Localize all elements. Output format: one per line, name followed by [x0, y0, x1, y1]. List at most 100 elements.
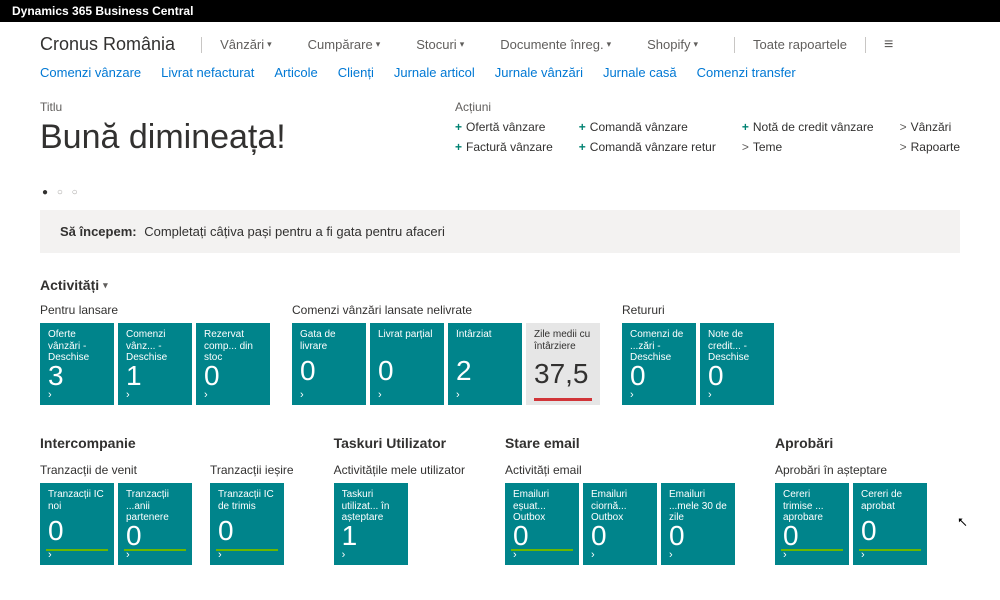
- kpi-tile[interactable]: Zile medii cu întârziere 37,5: [526, 323, 600, 405]
- chevron-right-icon: ›: [218, 550, 276, 561]
- group-title: Tranzacții de venit: [40, 463, 192, 477]
- nav-separator: [201, 37, 202, 53]
- kpi-tile[interactable]: Gata de livrare0›: [292, 323, 366, 405]
- tile-label: Emailuri ...mele 30 de zile: [669, 489, 727, 522]
- section-heading: Stare email: [505, 435, 735, 451]
- kpi-tile[interactable]: Comenzi de ...zări - Deschise0›: [622, 323, 696, 405]
- tile-value: 0: [300, 357, 358, 385]
- tile-value: 0: [218, 517, 276, 545]
- action-link[interactable]: >Rapoarte: [900, 140, 960, 154]
- nav-item[interactable]: Vânzări▾: [220, 37, 272, 52]
- section-heading: Taskuri Utilizator: [334, 435, 465, 451]
- plus-icon: +: [579, 120, 586, 134]
- plus-icon: +: [455, 140, 462, 154]
- kpi-tile[interactable]: Tranzacții IC de trimis 0 ›: [210, 483, 284, 565]
- kpi-tile[interactable]: Emailuri ...mele 30 de zile0›: [661, 483, 735, 565]
- kpi-tile[interactable]: Întârziat2›: [448, 323, 522, 405]
- chevron-right-icon: ›: [861, 550, 919, 561]
- chevron-right-icon: ›: [48, 390, 106, 401]
- kpi-tile[interactable]: Tranzacții IC noi0›: [40, 483, 114, 565]
- tile-value: 1: [342, 522, 400, 550]
- tile-label: Rezervat comp... din stoc: [204, 329, 262, 362]
- kpi-tile[interactable]: Cereri de aprobat0›: [853, 483, 927, 565]
- tile-label: Comenzi de ...zări - Deschise: [630, 329, 688, 362]
- group-title: Comenzi vânzări lansate nelivrate: [292, 303, 600, 317]
- activities-heading[interactable]: Activități▾: [40, 277, 108, 303]
- kpi-tile[interactable]: Emailuri eșuat... Outbox0›: [505, 483, 579, 565]
- chevron-right-icon: ›: [783, 550, 841, 561]
- tile-value: 2: [456, 357, 514, 385]
- getting-started-banner[interactable]: Să începem: Completați câțiva pași pentr…: [40, 210, 960, 253]
- chevron-right-icon: ›: [456, 390, 514, 401]
- kpi-tile[interactable]: Tranzacții ...anii partenere0›: [118, 483, 192, 565]
- kpi-tile[interactable]: Emailuri ciornă... Outbox0›: [583, 483, 657, 565]
- group-title: Aprobări în așteptare: [775, 463, 927, 477]
- plus-icon: +: [579, 140, 586, 154]
- group-title: Activități email: [505, 463, 735, 477]
- app-titlebar: Dynamics 365 Business Central: [0, 0, 1000, 22]
- chevron-down-icon: ▾: [103, 280, 108, 291]
- tile-label: Note de credit... - Deschise: [708, 329, 766, 362]
- status-bar: [216, 549, 278, 551]
- tile-value: 0: [783, 522, 841, 550]
- actions-heading: Acțiuni: [455, 100, 960, 114]
- banner-lead: Să începem:: [60, 224, 137, 239]
- kpi-tile[interactable]: Taskuri utilizat... în așteptare1›: [334, 483, 408, 565]
- status-bar: [511, 549, 573, 551]
- carousel-dots[interactable]: ● ○ ○: [40, 187, 960, 210]
- kpi-tile[interactable]: Comenzi vânz... - Deschise1›: [118, 323, 192, 405]
- nav-item[interactable]: Cumpărare▾: [308, 37, 381, 52]
- group-title: Pentru lansare: [40, 303, 270, 317]
- chevron-down-icon: ▾: [267, 39, 272, 50]
- chevron-right-icon: >: [900, 140, 907, 154]
- chevron-right-icon: ›: [630, 390, 688, 401]
- tile-label: Cereri de aprobat: [861, 489, 919, 512]
- tile-label: Zile medii cu întârziere: [534, 329, 592, 352]
- nav-separator: [865, 37, 866, 53]
- quick-link[interactable]: Comenzi transfer: [697, 65, 796, 80]
- kpi-tile[interactable]: Livrat parțial0›: [370, 323, 444, 405]
- tile-value: 0: [669, 522, 727, 550]
- chevron-right-icon: >: [900, 120, 907, 134]
- nav-item[interactable]: Documente înreg.▾: [500, 37, 611, 52]
- nav-all-reports[interactable]: Toate rapoartele: [753, 37, 847, 52]
- action-link[interactable]: +Ofertă vânzare: [455, 120, 553, 134]
- tile-label: Emailuri eșuat... Outbox: [513, 489, 571, 522]
- quick-link[interactable]: Comenzi vânzare: [40, 65, 141, 80]
- chevron-right-icon: >: [742, 140, 749, 154]
- hamburger-icon[interactable]: ≡: [884, 36, 893, 54]
- tile-value: 3: [48, 362, 106, 390]
- tile-label: Taskuri utilizat... în așteptare: [342, 489, 400, 522]
- quick-link[interactable]: Jurnale vânzări: [495, 65, 583, 80]
- tile-label: Cereri trimise ... aprobare: [783, 489, 841, 522]
- actions-panel: Acțiuni +Ofertă vânzare+Comandă vânzare+…: [455, 100, 960, 157]
- action-link[interactable]: +Factură vânzare: [455, 140, 553, 154]
- tile-value: 0: [708, 362, 766, 390]
- kpi-tile[interactable]: Rezervat comp... din stoc0›: [196, 323, 270, 405]
- tile-label: Tranzacții IC de trimis: [218, 489, 276, 512]
- action-link[interactable]: >Vânzări: [900, 120, 960, 134]
- kpi-tile[interactable]: Note de credit... - Deschise0›: [700, 323, 774, 405]
- company-name[interactable]: Cronus România: [40, 34, 175, 55]
- title-label: Titlu: [40, 100, 286, 114]
- chevron-right-icon: ›: [48, 550, 106, 561]
- group-title: Activitățile mele utilizator: [334, 463, 465, 477]
- nav-item[interactable]: Shopify▾: [647, 37, 698, 52]
- quick-link[interactable]: Jurnale casă: [603, 65, 677, 80]
- kpi-tile[interactable]: Cereri trimise ... aprobare0›: [775, 483, 849, 565]
- quick-link[interactable]: Livrat nefacturat: [161, 65, 254, 80]
- tile-value: 37,5: [534, 360, 592, 388]
- quick-link[interactable]: Clienți: [338, 65, 374, 80]
- quick-link[interactable]: Articole: [274, 65, 317, 80]
- action-link[interactable]: +Comandă vânzare: [579, 120, 716, 134]
- action-link[interactable]: +Comandă vânzare retur: [579, 140, 716, 154]
- chevron-down-icon: ▾: [460, 39, 465, 50]
- tile-value: 1: [126, 362, 184, 390]
- quick-link[interactable]: Jurnale articol: [394, 65, 475, 80]
- tile-label: Oferte vânzări - Deschise: [48, 329, 106, 362]
- action-link[interactable]: >Teme: [742, 140, 874, 154]
- action-link[interactable]: +Notă de credit vânzare: [742, 120, 874, 134]
- kpi-tile[interactable]: Oferte vânzări - Deschise3›: [40, 323, 114, 405]
- tile-label: Tranzacții ...anii partenere: [126, 489, 184, 522]
- nav-item[interactable]: Stocuri▾: [416, 37, 464, 52]
